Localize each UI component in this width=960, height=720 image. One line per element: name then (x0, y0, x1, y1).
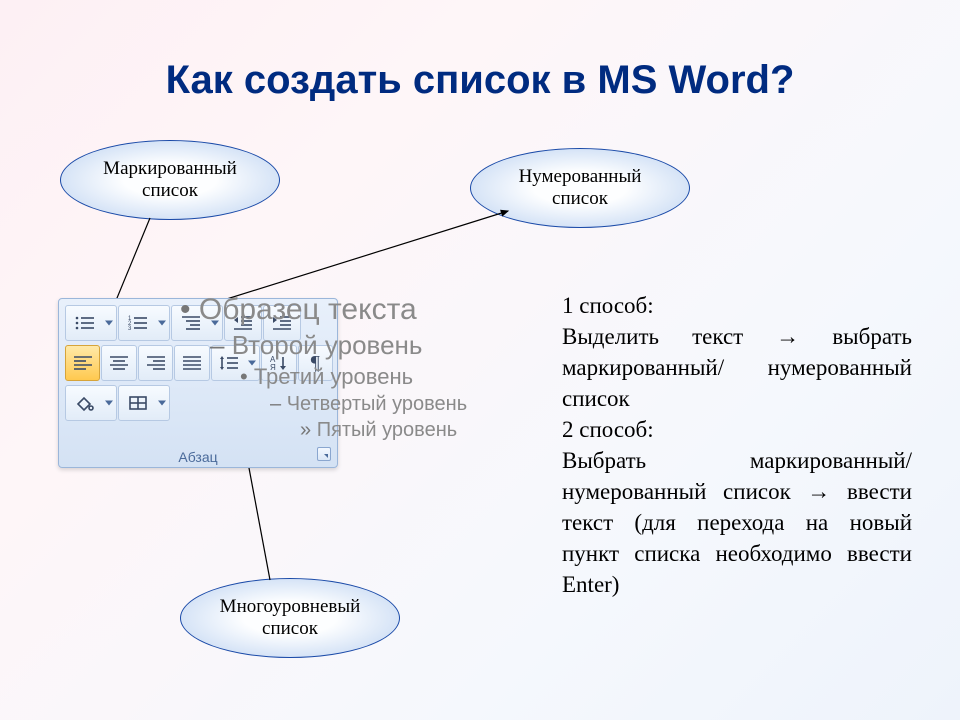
method2-body: Выбрать маркированный/нумерованный списо… (562, 445, 912, 600)
borders-icon (127, 394, 149, 412)
align-left-icon (72, 354, 94, 372)
dialog-launcher-button[interactable] (317, 447, 331, 461)
bullets-icon (74, 314, 96, 332)
align-left-button[interactable] (65, 345, 100, 381)
align-center-button[interactable] (101, 345, 136, 381)
align-center-icon (108, 354, 130, 372)
chevron-down-icon (105, 401, 113, 406)
callout-multilevel-label: Многоуровневыйсписок (220, 596, 361, 640)
bullets-button[interactable] (65, 305, 117, 341)
callout-bulleted-label: Маркированныйсписок (103, 158, 237, 202)
shading-button[interactable] (65, 385, 117, 421)
method1-body: Выделить текст → выбрать маркированный/ … (562, 321, 912, 414)
callout-bulleted: Маркированныйсписок (60, 140, 280, 220)
instructions-text: 1 способ: Выделить текст → выбрать марки… (562, 290, 912, 600)
shading-icon (74, 394, 96, 412)
method1-heading: 1 способ: (562, 290, 912, 321)
numbering-icon: 123 (127, 314, 149, 332)
callout-multilevel: Многоуровневыйсписок (180, 578, 400, 658)
method2-heading: 2 способ: (562, 414, 912, 445)
page-title: Как создать список в MS Word? (0, 58, 960, 103)
chevron-down-icon (105, 321, 113, 326)
svg-text:3: 3 (128, 326, 132, 332)
callout-numbered-label: Нумерованныйсписок (519, 166, 642, 210)
outline-placeholder: • Образец текста – Второй уровень • Трет… (150, 290, 530, 443)
ribbon-group-label: Абзац (59, 449, 337, 465)
callout-numbered: Нумерованныйсписок (470, 148, 690, 228)
